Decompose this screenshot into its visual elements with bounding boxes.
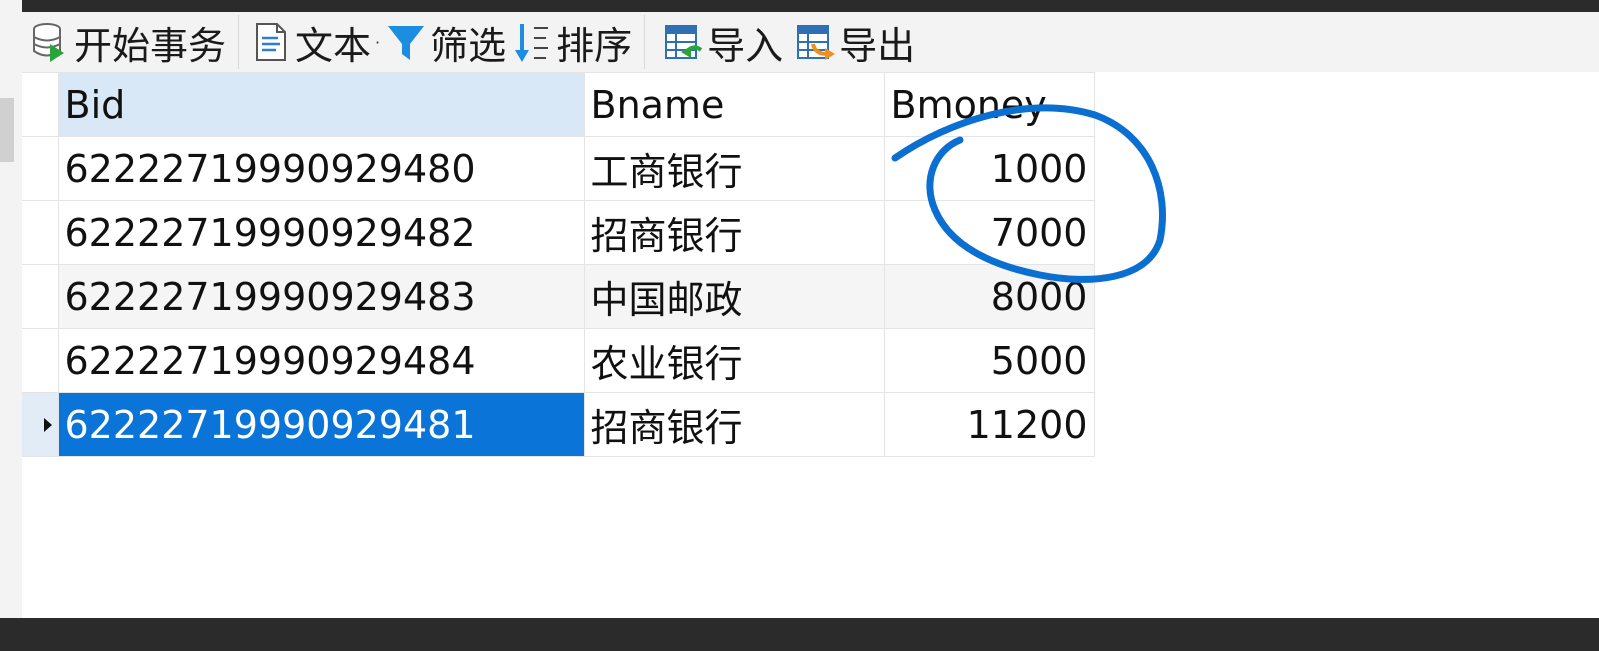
vertical-scrollbar[interactable]: [0, 0, 22, 651]
cell-bmoney[interactable]: 8000: [883, 264, 1095, 329]
row-header[interactable]: [22, 264, 59, 329]
column-header-bid[interactable]: Bid: [57, 72, 585, 137]
header-row: Bid Bname Bmoney: [22, 72, 1095, 137]
cell-bmoney[interactable]: 1000: [883, 136, 1095, 201]
title-strip: [0, 0, 1599, 12]
current-row-arrow-icon: [44, 417, 52, 432]
cell-bid[interactable]: 62222719990929483: [57, 264, 585, 329]
row-header[interactable]: [22, 200, 59, 265]
table-row[interactable]: 62222719990929483 中国邮政 8000: [22, 264, 1095, 329]
cell-bname[interactable]: 招商银行: [583, 200, 885, 265]
status-strip: [0, 618, 1599, 651]
chevron-down-icon[interactable]: ·: [375, 33, 380, 52]
export-button[interactable]: 导出: [795, 12, 915, 72]
cell-bname[interactable]: 中国邮政: [583, 264, 885, 329]
cell-bmoney[interactable]: 7000: [883, 200, 1095, 265]
cell-bname[interactable]: 招商银行: [583, 392, 885, 457]
sort-arrows-icon: [515, 24, 549, 62]
row-header[interactable]: [22, 392, 59, 457]
cell-bmoney[interactable]: 5000: [883, 328, 1095, 393]
export-label: 导出: [839, 23, 916, 68]
table-import-icon: [665, 25, 703, 59]
cell-bid-selected[interactable]: 62222719990929481: [57, 392, 585, 457]
cell-bmoney[interactable]: 11200: [883, 392, 1095, 457]
import-label: 导入: [707, 23, 784, 68]
table-row[interactable]: 62222719990929484 农业银行 5000: [22, 328, 1095, 393]
cell-bid[interactable]: 62222719990929480: [57, 136, 585, 201]
row-header[interactable]: [22, 136, 59, 201]
data-grid-area: Bid Bname Bmoney 62222719990929480 工商银行 …: [22, 72, 1599, 618]
table-export-icon: [797, 25, 836, 60]
toolbar: 开始事务 文本 · 筛选 排序 导入 导出: [22, 12, 1599, 72]
toolbar-separator: [238, 15, 240, 69]
begin-transaction-button[interactable]: 开始事务: [30, 12, 226, 72]
toolbar-separator: [644, 15, 646, 69]
filter-button[interactable]: 筛选: [386, 12, 506, 72]
corner-cell[interactable]: [22, 72, 59, 137]
text-document-icon: [256, 23, 287, 61]
table-row[interactable]: 62222719990929482 招商银行 7000: [22, 200, 1095, 265]
import-button[interactable]: 导入: [663, 12, 783, 72]
cell-bid[interactable]: 62222719990929482: [57, 200, 585, 265]
column-header-bname[interactable]: Bname: [583, 72, 885, 137]
data-grid: Bid Bname Bmoney 62222719990929480 工商银行 …: [22, 72, 1095, 457]
funnel-filter-icon: [388, 26, 425, 60]
sort-button[interactable]: 排序: [512, 12, 632, 72]
filter-label: 筛选: [430, 23, 507, 68]
row-header[interactable]: [22, 328, 59, 393]
database-play-icon: [33, 23, 64, 62]
column-header-bmoney[interactable]: Bmoney: [883, 72, 1095, 137]
cell-bid[interactable]: 62222719990929484: [57, 328, 585, 393]
sort-label: 排序: [556, 23, 633, 68]
scrollbar-thumb[interactable]: [0, 98, 14, 162]
cell-bname[interactable]: 农业银行: [583, 328, 885, 393]
text-label: 文本: [295, 23, 372, 68]
text-button[interactable]: 文本 ·: [251, 12, 386, 72]
begin-transaction-label: 开始事务: [74, 23, 227, 68]
cell-bname[interactable]: 工商银行: [583, 136, 885, 201]
table-row[interactable]: 62222719990929480 工商银行 1000: [22, 136, 1095, 201]
table-row-current[interactable]: 62222719990929481 招商银行 11200: [22, 392, 1095, 457]
app-window: 开始事务 文本 · 筛选 排序 导入 导出 Bid Bname Bmoney 6…: [0, 0, 1599, 651]
